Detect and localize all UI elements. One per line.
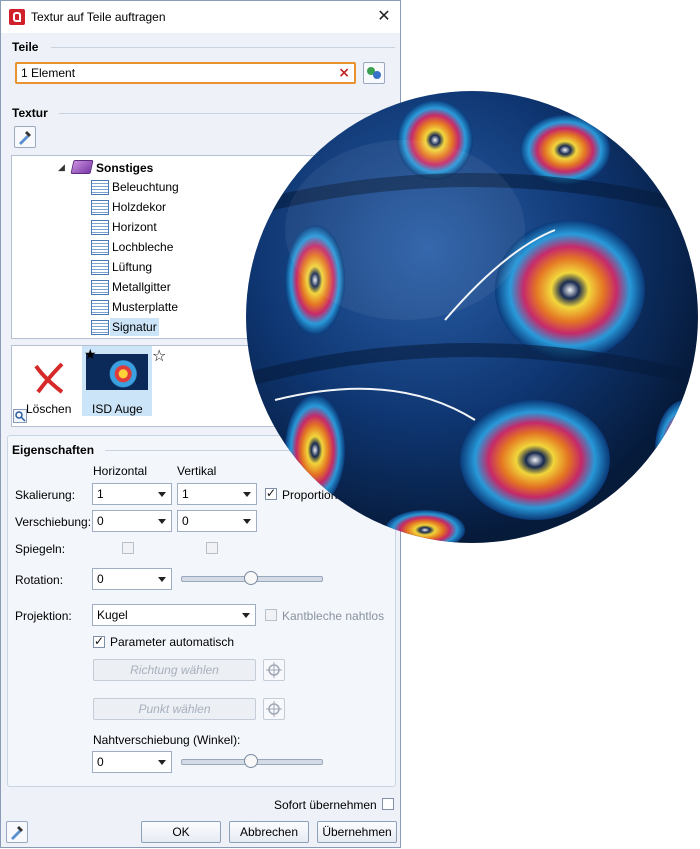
naht-dropdown[interactable]: 0: [92, 751, 172, 773]
tree-node-sonstiges[interactable]: Sonstiges: [96, 159, 153, 177]
zoom-button[interactable]: [13, 409, 27, 423]
naht-value: 0: [97, 755, 104, 769]
delete-x-icon[interactable]: [30, 358, 70, 398]
rotation-label: Rotation:: [15, 573, 64, 587]
kantbleche-checkbox[interactable]: [265, 609, 277, 621]
tree-item[interactable]: Holzdekor: [112, 198, 166, 216]
teile-input[interactable]: 1 Element ⨯: [15, 62, 356, 84]
kantbleche-label: Kantbleche nahtlos: [282, 609, 385, 623]
tree-expand-icon[interactable]: ◢: [58, 162, 65, 173]
scale-h-dropdown[interactable]: 1: [92, 483, 172, 505]
cancel-button[interactable]: Abbrechen: [229, 821, 309, 843]
tree-item[interactable]: Lochbleche: [112, 238, 173, 256]
mirror-v-checkbox[interactable]: [206, 542, 218, 554]
texture-file-icon: [91, 280, 109, 295]
texture-file-icon: [91, 300, 109, 315]
teile-divider: [51, 47, 395, 48]
mirror-label: Spiegeln:: [15, 542, 66, 556]
clear-selection-icon[interactable]: ⨯: [338, 64, 350, 81]
chevron-down-icon: [158, 492, 166, 497]
col-vertical-label: Vertikal: [177, 464, 217, 478]
texture-file-icon: [91, 200, 109, 215]
chevron-down-icon: [242, 613, 250, 618]
chevron-down-icon: [158, 760, 166, 765]
texture-file-icon: [91, 220, 109, 235]
window-title: Textur auf Teile auftragen: [31, 10, 166, 24]
punkt-pick-button[interactable]: [263, 698, 285, 720]
ok-button[interactable]: OK: [141, 821, 221, 843]
tree-item[interactable]: Metallgitter: [112, 278, 171, 296]
richtung-button[interactable]: Richtung wählen: [93, 659, 256, 681]
eyedropper-icon: [19, 131, 31, 145]
pick-footer-button[interactable]: [6, 821, 28, 843]
param-auto-checkbox[interactable]: [93, 634, 105, 648]
sofort-label: Sofort übernehmen: [274, 798, 377, 812]
title-bar: Textur auf Teile auftragen ✕: [1, 1, 400, 33]
library-folder-icon: [70, 160, 94, 174]
col-horizontal-label: Horizontal: [93, 464, 148, 478]
projection-dropdown[interactable]: Kugel: [92, 604, 256, 626]
textur-group-label: Textur: [9, 106, 51, 120]
scale-h-value: 1: [97, 487, 104, 501]
favorite-star-outline-icon[interactable]: ☆: [152, 346, 166, 366]
richtung-pick-button[interactable]: [263, 659, 285, 681]
shift-h-dropdown[interactable]: 0: [92, 510, 172, 532]
favorite-star-icon[interactable]: ★: [84, 346, 97, 363]
tree-item[interactable]: Horizont: [112, 218, 157, 236]
magnifier-icon: [15, 411, 26, 422]
select-parts-icon: [367, 67, 381, 79]
scale-label: Skalierung:: [15, 488, 76, 502]
sofort-checkbox[interactable]: [382, 798, 394, 810]
app-logo-icon: [9, 9, 25, 25]
texture-file-icon: [91, 240, 109, 255]
chevron-down-icon: [158, 519, 166, 524]
apply-button[interactable]: Übernehmen: [317, 821, 397, 843]
sphere-graphic: [246, 91, 698, 543]
delete-label[interactable]: Löschen: [26, 402, 71, 416]
teile-group-label: Teile: [9, 40, 42, 54]
scale-v-value: 1: [182, 487, 189, 501]
shift-label: Verschiebung:: [15, 515, 92, 529]
props-group-label: Eigenschaften: [9, 443, 98, 457]
rotation-slider-thumb[interactable]: [244, 571, 258, 585]
tree-item[interactable]: Beleuchtung: [112, 178, 179, 196]
texture-file-icon: [91, 180, 109, 195]
param-auto-label: Parameter automatisch: [110, 635, 235, 649]
texture-file-icon: [91, 260, 109, 275]
naht-slider-thumb[interactable]: [244, 754, 258, 768]
chevron-down-icon: [158, 577, 166, 582]
tree-item[interactable]: Musterplatte: [112, 298, 178, 316]
mirror-h-checkbox[interactable]: [122, 542, 134, 554]
punkt-button[interactable]: Punkt wählen: [93, 698, 256, 720]
pick-texture-button[interactable]: [14, 126, 36, 148]
teile-input-value: 1 Element: [21, 66, 76, 80]
shift-h-value: 0: [97, 514, 104, 528]
projection-value: Kugel: [97, 608, 128, 622]
pick-point-icon: [266, 701, 282, 717]
tree-item[interactable]: Lüftung: [112, 258, 152, 276]
thumb-label: ISD Auge: [92, 402, 143, 416]
naht-label: Nahtverschiebung (Winkel):: [93, 733, 241, 747]
close-icon[interactable]: ✕: [371, 5, 397, 29]
pick-direction-icon: [266, 662, 282, 678]
shift-v-value: 0: [182, 514, 189, 528]
teile-select-button[interactable]: [363, 62, 385, 84]
rotation-dropdown[interactable]: 0: [92, 568, 172, 590]
texture-file-icon: [91, 320, 109, 335]
texture-preview-sphere: [245, 90, 700, 545]
projection-label: Projektion:: [15, 609, 72, 623]
eyedropper-icon: [11, 826, 23, 840]
tree-item-selected[interactable]: Signatur: [110, 318, 159, 336]
rotation-value: 0: [97, 572, 104, 586]
